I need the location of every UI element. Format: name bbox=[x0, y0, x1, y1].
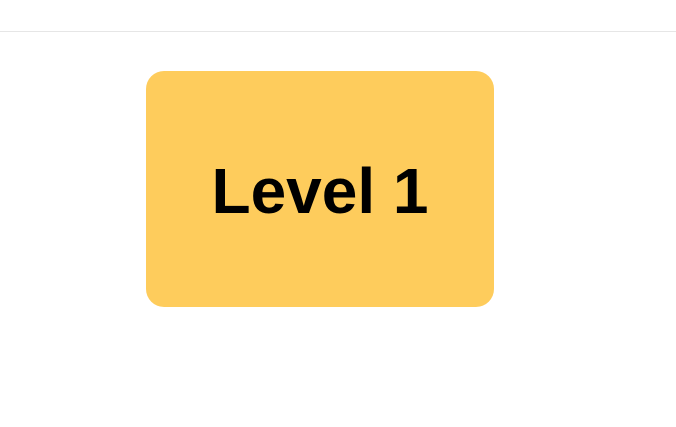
top-divider bbox=[0, 31, 676, 32]
level-label: Level 1 bbox=[211, 155, 429, 227]
level-card[interactable]: Level 1 bbox=[146, 71, 494, 307]
